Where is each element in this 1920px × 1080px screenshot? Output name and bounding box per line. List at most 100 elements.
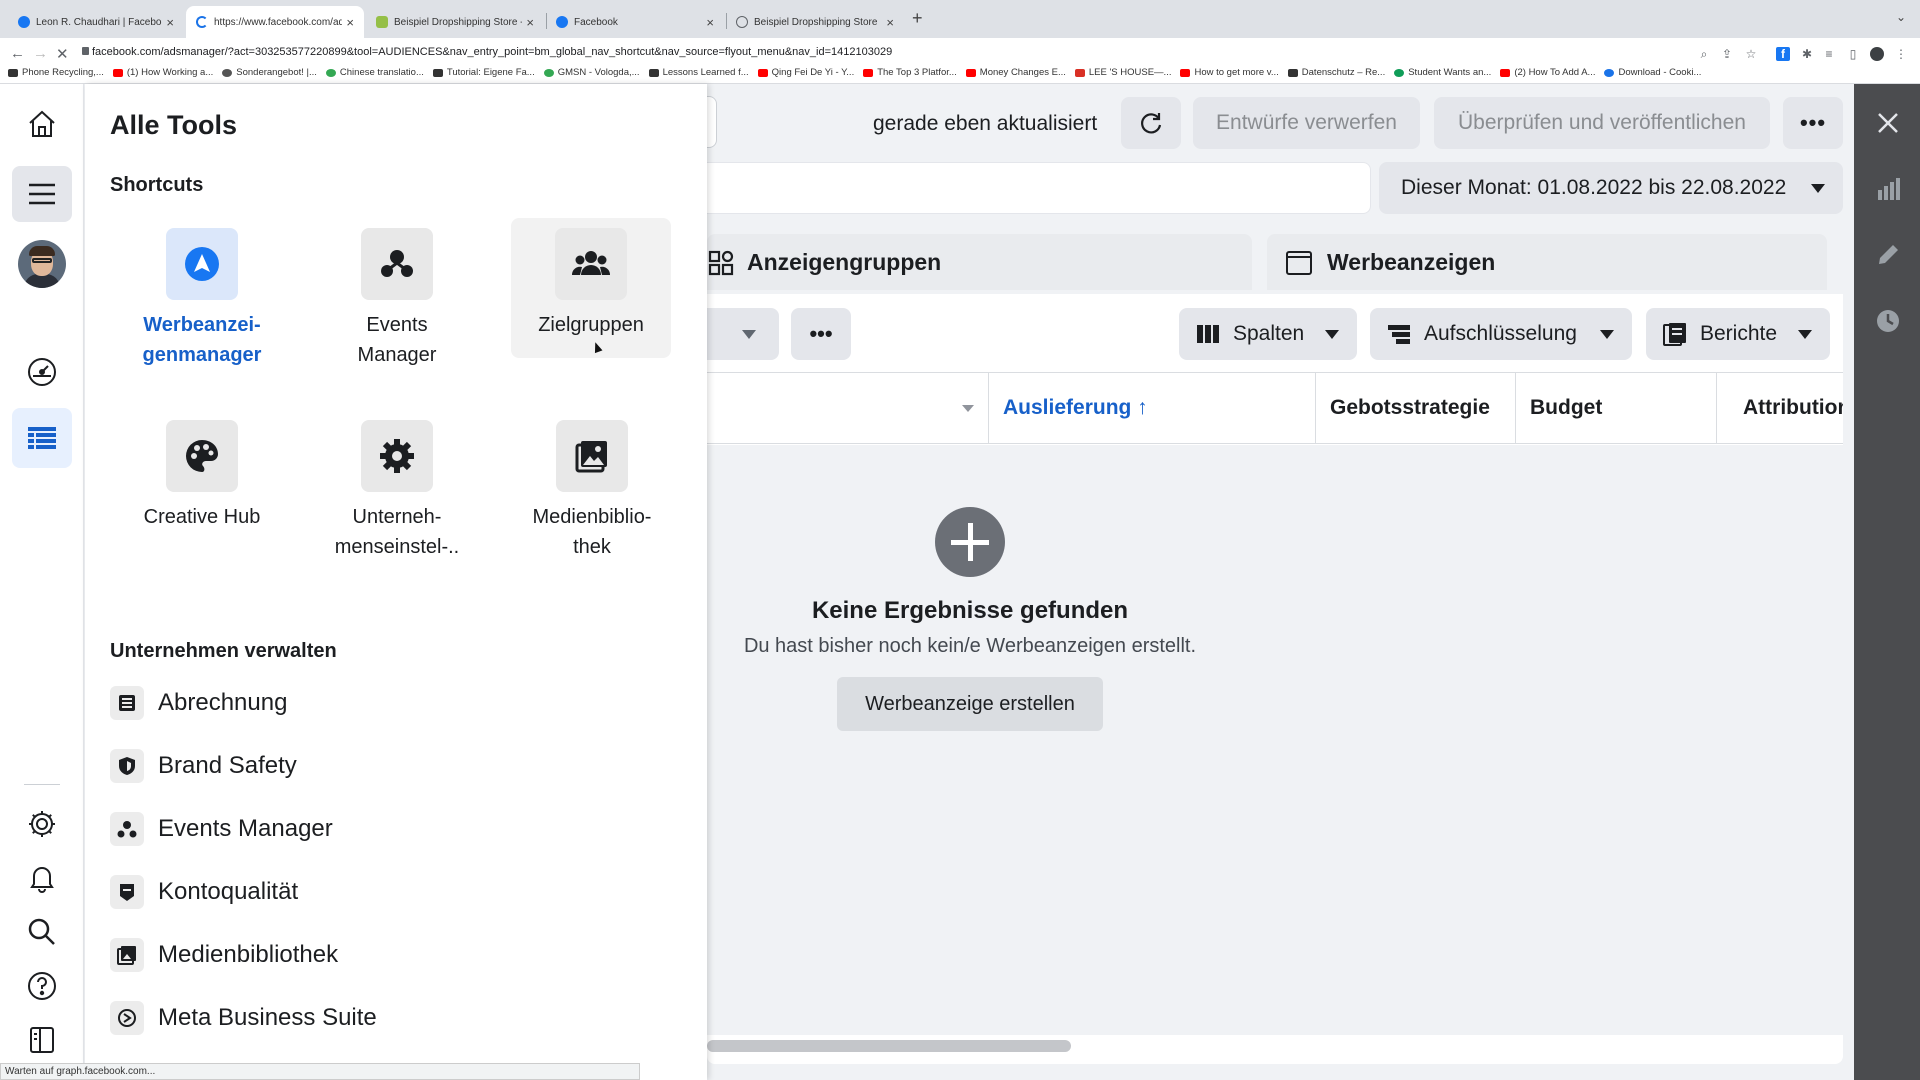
new-tab-button[interactable]: + bbox=[912, 8, 923, 29]
refresh-button[interactable] bbox=[1121, 97, 1181, 149]
left-navigation bbox=[0, 84, 84, 1080]
column-header-delivery[interactable]: Auslieferung ↑ bbox=[988, 373, 1315, 443]
browser-tab-bar: Leon R. Chaudhari | Facebook × https://w… bbox=[0, 0, 1920, 38]
bookmark-item[interactable]: (1) How Working a... bbox=[112, 67, 213, 78]
column-header-bid-strategy[interactable]: Gebotsstrategie bbox=[1315, 373, 1515, 443]
pencil-icon[interactable] bbox=[1875, 242, 1901, 268]
side-panel-icon[interactable]: ▯ bbox=[1846, 47, 1860, 61]
bookmark-item[interactable]: Lessons Learned f... bbox=[648, 67, 749, 78]
bookmark-item[interactable]: Money Changes E... bbox=[965, 67, 1066, 78]
bookmark-item[interactable]: Chinese translatio... bbox=[325, 67, 424, 78]
dashboard-gauge-icon[interactable] bbox=[22, 352, 62, 392]
search-input[interactable] bbox=[707, 162, 1371, 214]
bar-chart-icon[interactable] bbox=[1875, 176, 1901, 202]
bookmark-item[interactable]: Datenschutz – Re... bbox=[1287, 67, 1385, 78]
column-header-attribution[interactable]: Attribution bbox=[1716, 373, 1843, 443]
shortcut-business-settings[interactable]: Unterneh- menseinstel-.. bbox=[310, 408, 470, 558]
chevron-down-icon[interactable] bbox=[962, 405, 974, 412]
bell-icon[interactable] bbox=[22, 858, 62, 898]
facebook-extension-icon[interactable]: f bbox=[1776, 47, 1790, 61]
create-ad-button[interactable]: Werbeanzeige erstellen bbox=[837, 677, 1103, 731]
close-tab-icon[interactable]: × bbox=[886, 15, 894, 30]
close-tab-icon[interactable]: × bbox=[346, 15, 354, 30]
bookmark-item[interactable]: LEE 'S HOUSE—... bbox=[1074, 67, 1171, 78]
browser-tab[interactable]: Beispiel Dropshipping Store × bbox=[726, 6, 904, 38]
campaigns-table-icon[interactable] bbox=[12, 408, 72, 468]
breakdown-button[interactable]: Aufschlüsselung bbox=[1370, 308, 1632, 360]
profile-avatar-icon[interactable] bbox=[1870, 47, 1884, 61]
shortcut-events-manager[interactable]: Events Manager bbox=[310, 216, 470, 366]
close-tab-icon[interactable]: × bbox=[526, 15, 534, 30]
youtube-icon bbox=[1500, 68, 1511, 77]
side-panel-toggle-icon[interactable] bbox=[22, 1020, 62, 1060]
columns-button[interactable]: Spalten bbox=[1179, 308, 1357, 360]
browser-tab-active[interactable]: https://www.facebook.com/ad × bbox=[186, 6, 364, 38]
bookmark-favicon-icon bbox=[222, 68, 233, 77]
browser-tab[interactable]: Leon R. Chaudhari | Facebook × bbox=[8, 6, 184, 38]
review-publish-button[interactable]: Überprüfen und veröffentlichen bbox=[1434, 97, 1770, 149]
bookmark-item[interactable]: How to get more v... bbox=[1180, 67, 1279, 78]
bookmark-item[interactable]: The Top 3 Platfor... bbox=[863, 67, 957, 78]
view-dropdown-button[interactable] bbox=[707, 308, 779, 360]
shortcut-media-library[interactable]: Medienbiblio- thek bbox=[505, 408, 665, 558]
reading-list-icon[interactable]: ≡ bbox=[1822, 47, 1836, 61]
browser-tab[interactable]: Beispiel Dropshipping Store - F × bbox=[366, 6, 544, 38]
bookmark-item[interactable]: Qing Fei De Yi - Y... bbox=[757, 67, 854, 78]
bookmark-item[interactable]: Sonderangebot! |... bbox=[222, 67, 317, 78]
bookmark-favicon-icon bbox=[648, 68, 659, 77]
url-field[interactable]: facebook.com/adsmanager/?act=30325357722… bbox=[92, 46, 892, 58]
bookmark-favicon-icon bbox=[8, 68, 18, 77]
hidden-button-edge[interactable] bbox=[707, 96, 717, 148]
share-icon[interactable]: ⇪ bbox=[1720, 47, 1734, 61]
browser-tab[interactable]: Facebook × bbox=[546, 6, 724, 38]
table-more-button[interactable]: ••• bbox=[791, 308, 851, 360]
close-tab-icon[interactable]: × bbox=[706, 15, 714, 30]
forward-arrow-icon[interactable]: → bbox=[33, 45, 48, 62]
more-dots-icon: ••• bbox=[1799, 110, 1827, 135]
menu-item-account-quality[interactable]: Kontoqualität bbox=[110, 872, 298, 912]
bookmark-item[interactable]: Student Wants an... bbox=[1394, 67, 1491, 78]
stop-loading-icon[interactable]: ✕ bbox=[56, 45, 69, 63]
bookmark-item[interactable]: (2) How To Add A... bbox=[1500, 67, 1595, 78]
tab-ads[interactable]: Werbeanzeigen bbox=[1267, 234, 1827, 290]
help-icon[interactable] bbox=[22, 966, 62, 1006]
date-range-picker[interactable]: Dieser Monat: 01.08.2022 bis 22.08.2022 bbox=[1379, 162, 1843, 214]
tab-search-chevron-icon[interactable]: ⌄ bbox=[1896, 10, 1906, 24]
reports-button[interactable]: Berichte bbox=[1646, 308, 1830, 360]
search-icon[interactable] bbox=[22, 912, 62, 952]
discard-drafts-button[interactable]: Entwürfe verwerfen bbox=[1193, 97, 1420, 149]
bookmark-item[interactable]: GMSN - Vologda,... bbox=[543, 67, 640, 78]
menu-item-events-manager[interactable]: Events Manager bbox=[110, 809, 333, 849]
bookmark-item[interactable]: Phone Recycling,... bbox=[8, 67, 104, 78]
zoom-icon[interactable]: ⌕ bbox=[1697, 47, 1711, 61]
menu-item-media-library[interactable]: Medienbibliothek bbox=[110, 935, 338, 975]
bookmark-item[interactable]: Tutorial: Eigene Fa... bbox=[432, 67, 535, 78]
back-arrow-icon[interactable]: ← bbox=[10, 45, 25, 62]
shortcut-audiences[interactable]: Zielgruppen bbox=[511, 218, 671, 358]
tab-ad-sets[interactable]: Anzeigengruppen bbox=[707, 234, 1252, 290]
clock-icon[interactable] bbox=[1875, 308, 1901, 334]
avatar[interactable] bbox=[18, 240, 66, 288]
bookmark-favicon-icon bbox=[1604, 68, 1615, 77]
shortcut-ads-manager[interactable]: Werbeanzei- genmanager bbox=[115, 216, 275, 366]
close-icon[interactable] bbox=[1875, 110, 1901, 136]
hamburger-menu-icon[interactable] bbox=[12, 166, 72, 222]
reports-icon bbox=[1663, 323, 1686, 346]
horizontal-scrollbar[interactable] bbox=[707, 1040, 1071, 1052]
more-options-button[interactable]: ••• bbox=[1783, 97, 1843, 149]
bookmark-star-icon[interactable]: ☆ bbox=[1744, 47, 1758, 61]
bookmark-item[interactable]: Download - Cooki... bbox=[1604, 67, 1701, 78]
menu-item-brand-safety[interactable]: Brand Safety bbox=[110, 746, 297, 786]
home-icon[interactable] bbox=[22, 104, 62, 144]
media-library-icon bbox=[110, 938, 144, 972]
shortcut-creative-hub[interactable]: Creative Hub bbox=[115, 408, 275, 548]
extension-icon[interactable]: ✱ bbox=[1800, 47, 1814, 61]
column-header-budget[interactable]: Budget bbox=[1515, 373, 1716, 443]
gear-icon[interactable] bbox=[22, 804, 62, 844]
menu-item-billing[interactable]: Abrechnung bbox=[110, 683, 287, 723]
browser-menu-icon[interactable]: ⋮ bbox=[1894, 47, 1908, 61]
bookmark-favicon-icon bbox=[1074, 68, 1085, 77]
close-tab-icon[interactable]: × bbox=[166, 15, 174, 30]
menu-item-meta-business-suite[interactable]: Meta Business Suite bbox=[110, 998, 377, 1038]
plus-circle-icon bbox=[935, 507, 1005, 577]
